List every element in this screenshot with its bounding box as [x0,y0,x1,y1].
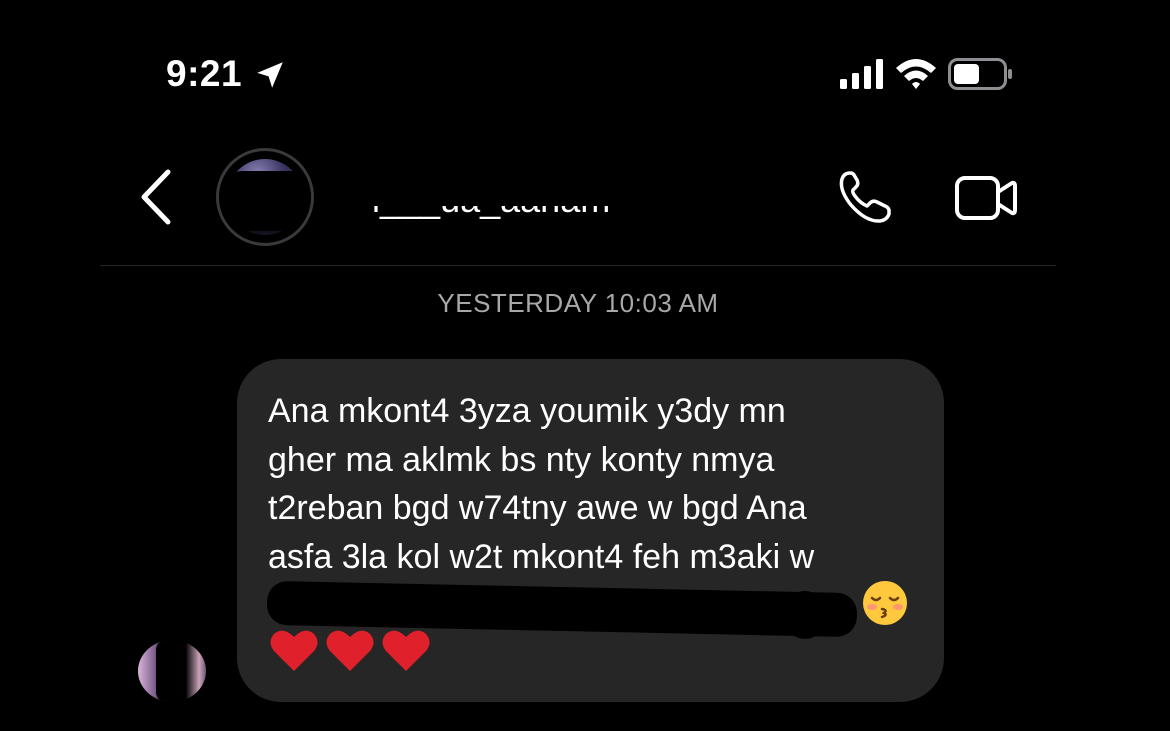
red-heart-icon [270,630,318,671]
back-button[interactable] [132,166,182,228]
redaction-mark [219,171,311,231]
status-time: 9:21 [166,53,243,94]
video-camera-icon[interactable] [954,172,1018,224]
hearts-row [269,627,437,677]
red-heart-icon [382,630,430,671]
header-divider [100,265,1056,266]
battery-icon [948,58,1012,90]
message-timestamp: YESTERDAY 10:03 AM [437,288,719,318]
wifi-icon [896,59,936,89]
contact-avatar[interactable] [216,148,314,246]
location-arrow-icon [257,62,283,88]
message-bubble[interactable]: Ana mkont4 3yza youmik y3dy mn gher ma a… [237,359,944,702]
phone-icon[interactable] [836,168,894,226]
kissing-face-icon [863,581,907,625]
redaction-mark [360,168,635,206]
cellular-signal-icon [840,59,883,89]
redaction-mark [785,591,825,639]
red-heart-icon [326,630,374,671]
sender-avatar[interactable] [138,640,206,702]
